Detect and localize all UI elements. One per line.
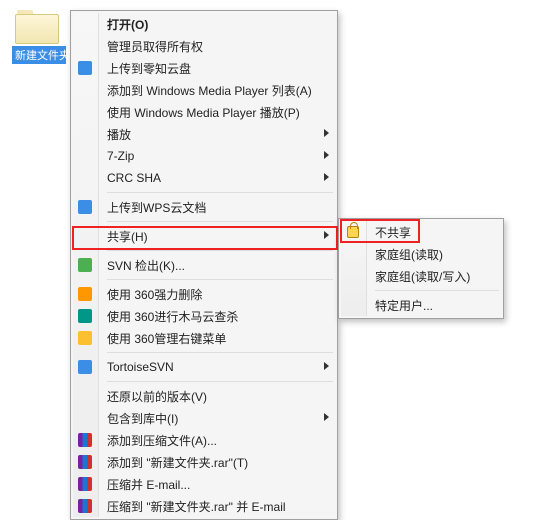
menu-crc-sha[interactable]: CRC SHA — [101, 167, 335, 189]
menu-add-named-rar[interactable]: 添加到 "新建文件夹.rar"(T) — [101, 451, 335, 473]
submenu-specific-users[interactable]: 特定用户... — [369, 294, 501, 316]
menu-label: 管理员取得所有权 — [107, 38, 203, 55]
folder-icon — [15, 8, 57, 42]
archive-icon — [77, 476, 93, 492]
tortoisesvn-icon — [77, 359, 93, 375]
menu-include-library[interactable]: 包含到库中(I) — [101, 407, 335, 429]
menu-separator — [107, 279, 333, 280]
360-scan-icon — [77, 308, 93, 324]
menu-open[interactable]: 打开(O) — [101, 13, 335, 35]
menu-separator — [107, 192, 333, 193]
menu-360-trojan-scan[interactable]: 使用 360进行木马云查杀 — [101, 305, 335, 327]
menu-share[interactable]: 共享(H) — [101, 225, 335, 247]
submenu-homegroup-read[interactable]: 家庭组(读取) — [369, 243, 501, 265]
menu-label: TortoiseSVN — [107, 360, 174, 374]
menu-label: SVN 检出(K)... — [107, 257, 185, 274]
menu-play[interactable]: 播放 — [101, 123, 335, 145]
menu-label: 上传到零知云盘 — [107, 60, 191, 77]
menu-admin-owner[interactable]: 管理员取得所有权 — [101, 35, 335, 57]
context-menu: 打开(O) 管理员取得所有权 上传到零知云盘 添加到 Windows Media… — [70, 10, 338, 520]
menu-separator — [107, 221, 333, 222]
archive-icon — [77, 432, 93, 448]
menu-label: 使用 Windows Media Player 播放(P) — [107, 104, 300, 121]
menu-label: 压缩并 E-mail... — [107, 476, 190, 493]
menu-label: 添加到 "新建文件夹.rar"(T) — [107, 454, 248, 471]
menu-tortoisesvn[interactable]: TortoiseSVN — [101, 356, 335, 378]
menu-label: CRC SHA — [107, 171, 161, 185]
menu-label: 不共享 — [375, 224, 411, 241]
submenu-arrow-icon — [324, 362, 329, 370]
360-delete-icon — [77, 286, 93, 302]
wps-icon — [77, 199, 93, 215]
menu-separator — [107, 250, 333, 251]
submenu-arrow-icon — [324, 231, 329, 239]
menu-label: 添加到压缩文件(A)... — [107, 432, 217, 449]
menu-label: 特定用户... — [375, 297, 433, 314]
menu-label: 上传到WPS云文档 — [107, 199, 206, 216]
menu-label: 共享(H) — [107, 228, 148, 245]
menu-label: 使用 360管理右键菜单 — [107, 330, 226, 347]
submenu-arrow-icon — [324, 151, 329, 159]
menu-7zip[interactable]: 7-Zip — [101, 145, 335, 167]
menu-wmp-play[interactable]: 使用 Windows Media Player 播放(P) — [101, 101, 335, 123]
menu-label: 还原以前的版本(V) — [107, 388, 207, 405]
menu-separator — [107, 352, 333, 353]
360-context-icon — [77, 330, 93, 346]
desktop-folder[interactable]: 新建文件夹 — [12, 8, 60, 67]
menu-label: 添加到 Windows Media Player 列表(A) — [107, 82, 312, 99]
menu-wmp-list[interactable]: 添加到 Windows Media Player 列表(A) — [101, 79, 335, 101]
menu-label: 打开(O) — [107, 16, 148, 33]
lock-icon — [345, 224, 361, 240]
share-submenu: 不共享 家庭组(读取) 家庭组(读取/写入) 特定用户... — [338, 218, 504, 319]
submenu-arrow-icon — [324, 413, 329, 421]
archive-icon — [77, 454, 93, 470]
menu-360-force-delete[interactable]: 使用 360强力删除 — [101, 283, 335, 305]
menu-add-archive[interactable]: 添加到压缩文件(A)... — [101, 429, 335, 451]
menu-compress-email[interactable]: 压缩并 E-mail... — [101, 473, 335, 495]
menu-label: 使用 360进行木马云查杀 — [107, 308, 238, 325]
menu-360-context[interactable]: 使用 360管理右键菜单 — [101, 327, 335, 349]
submenu-arrow-icon — [324, 173, 329, 181]
menu-separator — [375, 290, 499, 291]
menu-upload-cloud[interactable]: 上传到零知云盘 — [101, 57, 335, 79]
menu-compress-named-email[interactable]: 压缩到 "新建文件夹.rar" 并 E-mail — [101, 495, 335, 517]
menu-separator — [107, 381, 333, 382]
submenu-arrow-icon — [324, 129, 329, 137]
menu-label: 使用 360强力删除 — [107, 286, 202, 303]
menu-upload-wps[interactable]: 上传到WPS云文档 — [101, 196, 335, 218]
svn-checkout-icon — [77, 257, 93, 273]
folder-label: 新建文件夹 — [12, 46, 66, 64]
menu-label: 播放 — [107, 126, 131, 143]
menu-label: 家庭组(读取/写入) — [375, 268, 470, 285]
menu-label: 7-Zip — [107, 149, 134, 163]
menu-label: 压缩到 "新建文件夹.rar" 并 E-mail — [107, 498, 286, 515]
menu-svn-checkout[interactable]: SVN 检出(K)... — [101, 254, 335, 276]
menu-label: 家庭组(读取) — [375, 246, 443, 263]
menu-restore-previous[interactable]: 还原以前的版本(V) — [101, 385, 335, 407]
cloud-icon — [77, 60, 93, 76]
menu-label: 包含到库中(I) — [107, 410, 178, 427]
submenu-no-share[interactable]: 不共享 — [369, 221, 501, 243]
submenu-homegroup-rw[interactable]: 家庭组(读取/写入) — [369, 265, 501, 287]
archive-icon — [77, 498, 93, 514]
